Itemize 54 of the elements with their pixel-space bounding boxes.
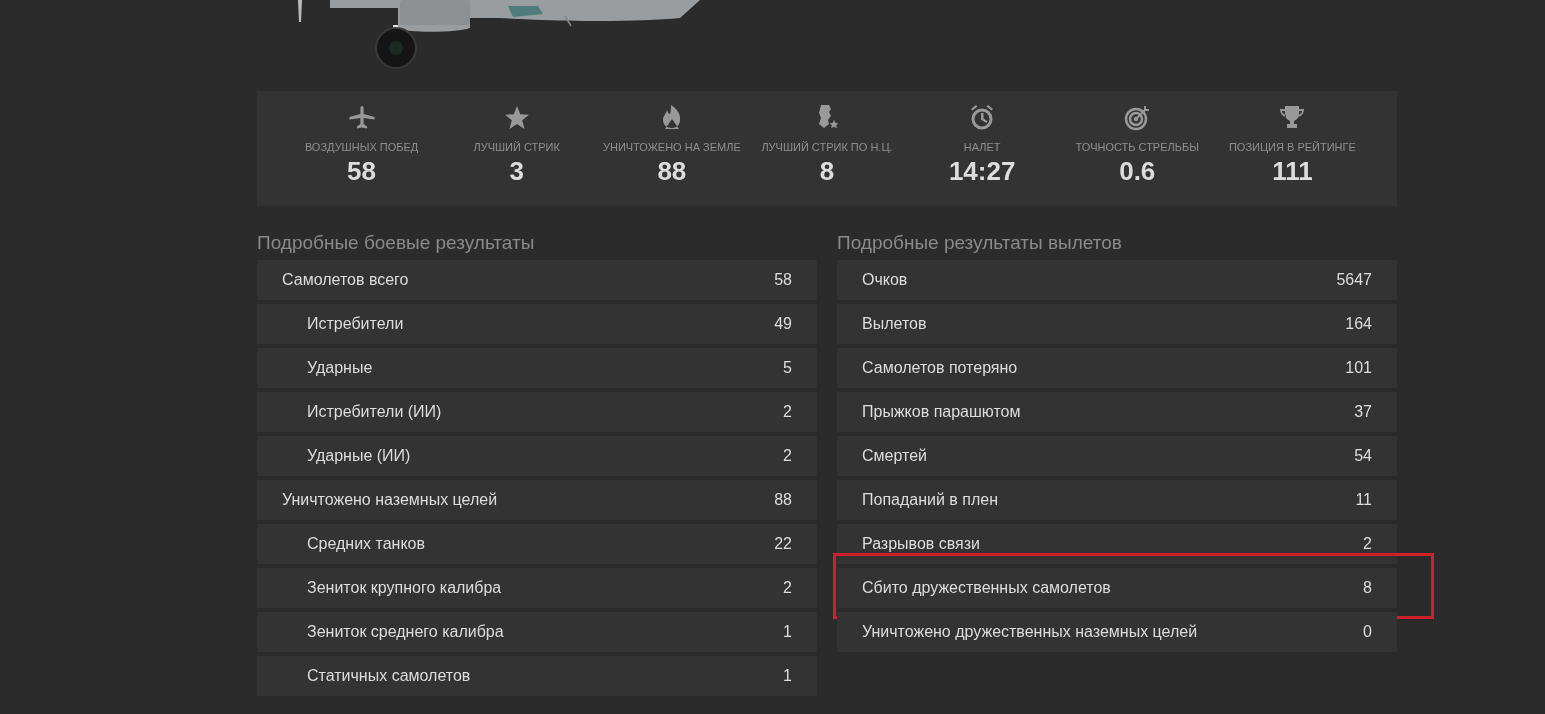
stat-label: НАЛЕТ <box>963 141 1001 153</box>
stat-value: 8 <box>819 156 835 187</box>
row-label: Смертей <box>862 447 927 465</box>
row-value: 58 <box>774 271 792 289</box>
row-value: 2 <box>1363 535 1372 553</box>
section-heading: Подробные результаты вылетов <box>837 232 1123 254</box>
row-value: 11 <box>1355 491 1372 509</box>
row-value: 5647 <box>1336 271 1372 289</box>
row-value: 88 <box>774 491 792 509</box>
row-value: 0 <box>1363 623 1372 641</box>
row-value: 22 <box>774 535 792 553</box>
stat-value: 58 <box>347 156 377 187</box>
row-label: Попаданий в плен <box>862 491 999 509</box>
row-label: Зениток среднего калибра <box>307 623 504 641</box>
row-label: Статичных самолетов <box>307 667 471 685</box>
row-label: Уничтожено наземных целей <box>282 491 498 509</box>
row-value: 5 <box>783 359 792 377</box>
row-label: Прыжков парашютом <box>862 403 1021 421</box>
row-label: Сбито дружественных самолетов <box>862 579 1111 597</box>
stat-value: 14:27 <box>948 156 1016 187</box>
stat-value: 3 <box>509 156 524 187</box>
stat-value: 88 <box>657 156 687 187</box>
row-label: Очков <box>862 271 908 289</box>
row-value: 101 <box>1345 359 1372 377</box>
row-label: Самолетов всего <box>282 271 409 289</box>
row-value: 1 <box>783 623 792 641</box>
row-value: 1 <box>783 667 792 685</box>
section-heading: Подробные боевые результаты <box>257 232 536 254</box>
row-label: Вылетов <box>862 315 927 333</box>
stat-label: ТОЧНОСТЬ СТРЕЛЬБЫ <box>1075 141 1199 153</box>
stat-label: ПОЗИЦИЯ В РЕЙТИНГЕ <box>1228 141 1356 153</box>
stat-label: УНИЧТОЖЕНО НА ЗЕМЛЕ <box>602 141 741 153</box>
row-value: 8 <box>1363 579 1372 597</box>
stat-value: 0.6 <box>1119 156 1156 187</box>
row-value: 2 <box>783 403 792 421</box>
row-label: Ударные <box>307 359 373 377</box>
row-label: Уничтожено дружественных наземных целей <box>862 623 1198 641</box>
stat-label: ЛУЧШИЙ СТРИК ПО Н.Ц. <box>761 141 893 153</box>
row-value: 37 <box>1354 403 1372 421</box>
row-label: Истребители <box>307 315 404 333</box>
stat-label: ЛУЧШИЙ СТРИК <box>473 141 560 153</box>
stat-value: 111 <box>1272 156 1313 187</box>
row-value: 164 <box>1345 315 1372 333</box>
row-label: Разрывов связи <box>862 535 980 553</box>
row-value: 49 <box>774 315 792 333</box>
row-label: Истребители (ИИ) <box>307 403 442 421</box>
row-value: 2 <box>783 579 792 597</box>
row-label: Средних танков <box>307 535 425 553</box>
row-label: Самолетов потеряно <box>862 359 1018 377</box>
stat-label: ВОЗДУШНЫХ ПОБЕД <box>304 141 419 153</box>
row-value: 54 <box>1354 447 1372 465</box>
row-label: Зениток крупного калибра <box>307 579 502 597</box>
row-label: Ударные (ИИ) <box>307 447 411 465</box>
row-value: 2 <box>783 447 792 465</box>
